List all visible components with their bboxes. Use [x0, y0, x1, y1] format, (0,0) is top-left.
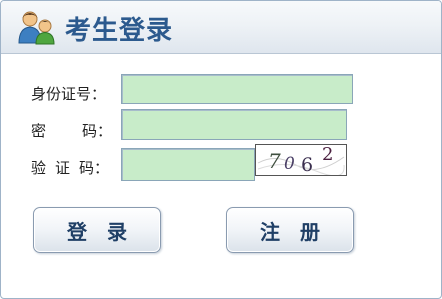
password-label-char-1: 密 — [31, 122, 47, 140]
id-number-input[interactable] — [121, 74, 353, 104]
password-label: 密 码： — [31, 120, 112, 141]
code-label-char-1: 验 — [31, 159, 47, 177]
verification-code-label: 验证码： — [31, 157, 109, 178]
password-label-char-2: 码： — [82, 122, 113, 140]
id-number-label: 身份证号： — [31, 85, 107, 103]
captcha-graphic: 7 0 6 2 — [257, 144, 345, 177]
register-button[interactable]: 注册 — [226, 207, 354, 253]
page-title: 考生登录 — [65, 16, 174, 46]
code-label-char-3: 码： — [79, 159, 110, 177]
captcha-image[interactable]: 7 0 6 2 — [255, 144, 347, 177]
login-button[interactable]: 登录 — [33, 207, 161, 253]
users-icon — [18, 11, 55, 45]
captcha-char-1: 7 — [268, 149, 281, 173]
login-panel: 考生登录 身份证号： 密码： 验证码： 7 0 6 2 登录 注册 — [0, 0, 442, 299]
code-label-char-2: 证 — [55, 159, 71, 177]
captcha-char-2: 0 — [284, 154, 295, 174]
captcha-char-3: 6 — [301, 154, 313, 175]
verification-code-input[interactable] — [121, 148, 255, 181]
password-input[interactable] — [121, 109, 347, 140]
captcha-char-4: 2 — [322, 145, 333, 165]
panel-header: 考生登录 — [1, 1, 441, 54]
